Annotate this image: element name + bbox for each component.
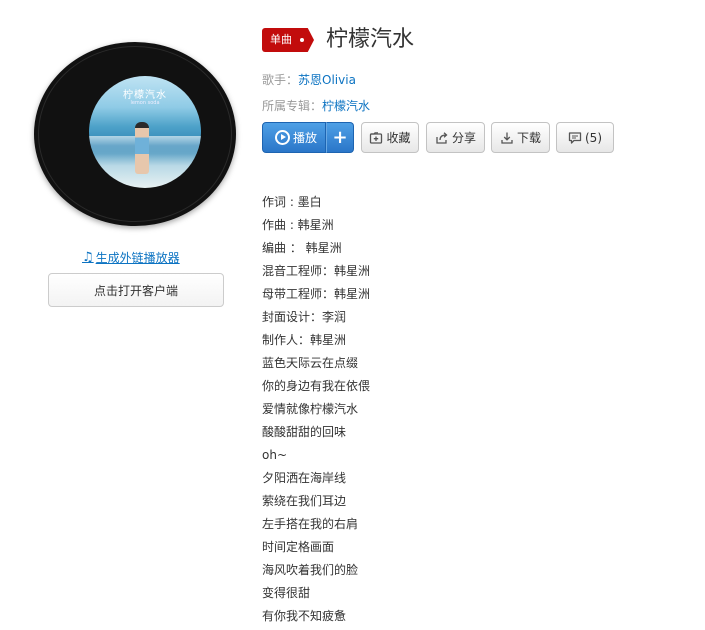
lyric-line: 母带工程师：韩星洲 bbox=[262, 287, 371, 301]
lyric-line: 夕阳洒在海岸线 bbox=[262, 471, 347, 485]
open-client-button[interactable]: 点击打开客户端 bbox=[48, 273, 224, 307]
play-circle-icon bbox=[274, 130, 290, 145]
lyric-line: oh~ bbox=[262, 448, 288, 462]
song-type-badge: 单曲 bbox=[262, 28, 314, 52]
singer-label: 歌手： bbox=[262, 73, 299, 87]
favorite-label: 收藏 bbox=[386, 131, 411, 145]
share-icon bbox=[435, 131, 449, 145]
download-label: 下载 bbox=[516, 131, 541, 145]
lyric-line: 作曲 : 韩星洲 bbox=[262, 218, 334, 232]
singer-row: 歌手：苏恩Olivia bbox=[262, 71, 356, 88]
comment-count: (5) bbox=[585, 130, 602, 145]
add-to-playlist-button[interactable]: + bbox=[326, 122, 354, 153]
comment-icon bbox=[568, 131, 582, 145]
lyric-line: 制作人：韩星洲 bbox=[262, 333, 347, 347]
lyric-line: 混音工程师：韩星洲 bbox=[262, 264, 371, 278]
external-player-link[interactable]: ♫ 生成外链播放器 bbox=[82, 248, 180, 266]
folder-add-icon bbox=[369, 131, 383, 145]
share-label: 分享 bbox=[451, 131, 476, 145]
album-vinyl: 柠檬汽水 lemon soda bbox=[34, 42, 236, 226]
lyric-line: 萦绕在我们耳边 bbox=[262, 494, 347, 508]
external-player-label: 生成外链播放器 bbox=[95, 250, 180, 265]
singer-link[interactable]: 苏恩Olivia bbox=[298, 73, 356, 87]
lyrics-block: 作词 : 墨白 作曲 : 韩星洲 编曲 ： 韩星洲 混音工程师：韩星洲 母带工程… bbox=[262, 193, 370, 630]
lyric-line: 变得很甜 bbox=[262, 586, 311, 600]
lyric-line: 你的身边有我在依偎 bbox=[262, 379, 371, 393]
lyric-line: 爱情就像柠檬汽水 bbox=[262, 402, 359, 416]
album-link[interactable]: 柠檬汽水 bbox=[322, 99, 370, 113]
lyric-line: 编曲 ： 韩星洲 bbox=[262, 241, 342, 255]
play-label: 播放 bbox=[292, 131, 317, 145]
album-label: 所属专辑： bbox=[262, 99, 323, 113]
lyric-line: 左手搭在我的右肩 bbox=[262, 517, 359, 531]
comment-button[interactable]: (5) bbox=[556, 122, 614, 153]
badge-dot bbox=[300, 38, 304, 42]
download-button[interactable]: 下载 bbox=[491, 122, 550, 153]
lyric-line: 蓝色天际云在点缀 bbox=[262, 356, 359, 370]
lyric-line: 酸酸甜甜的回味 bbox=[262, 425, 347, 439]
album-cover: 柠檬汽水 lemon soda bbox=[89, 76, 201, 188]
download-icon bbox=[500, 131, 514, 145]
lyric-line: 海风吹着我们的脸 bbox=[262, 563, 359, 577]
music-note-icon: ♫ bbox=[82, 249, 94, 265]
share-button[interactable]: 分享 bbox=[426, 122, 485, 153]
play-button[interactable]: 播放 bbox=[262, 122, 326, 153]
cover-art-subtitle: lemon soda bbox=[130, 100, 160, 106]
lyric-line: 时间定格画面 bbox=[262, 540, 335, 554]
album-row: 所属专辑：柠檬汽水 bbox=[262, 97, 370, 114]
lyric-line: 作词 : 墨白 bbox=[262, 195, 322, 209]
song-title: 柠檬汽水 bbox=[326, 27, 415, 52]
song-type-label: 单曲 bbox=[270, 33, 292, 46]
favorite-button[interactable]: 收藏 bbox=[361, 122, 419, 153]
cover-figure bbox=[135, 122, 149, 174]
lyric-line: 封面设计：李润 bbox=[262, 310, 347, 324]
cover-art-title: 柠檬汽水 bbox=[123, 90, 167, 101]
